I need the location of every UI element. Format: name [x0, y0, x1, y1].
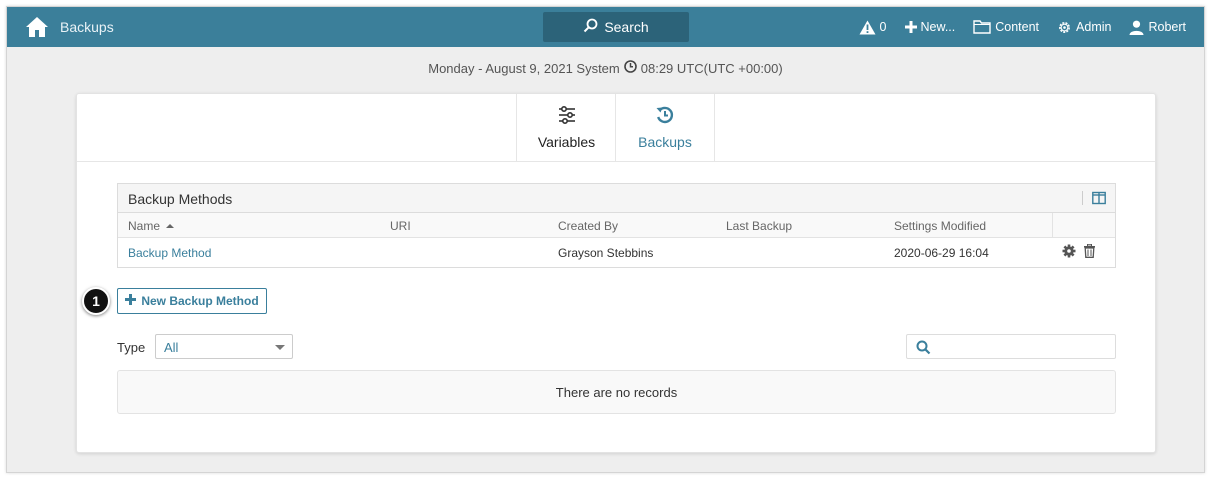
sort-asc-icon [166, 224, 175, 228]
column-header-name[interactable]: Name [128, 219, 175, 233]
history-icon [655, 105, 675, 128]
backup-methods-panel: Backup Methods Name URI Created By Last … [117, 183, 1116, 268]
divider [1052, 213, 1053, 238]
plus-icon [125, 294, 137, 308]
new-menu-button[interactable]: New... [904, 20, 956, 34]
column-header-settings-modified[interactable]: Settings Modified [894, 219, 986, 233]
content-label: Content [995, 20, 1040, 34]
column-header-label: Name [128, 219, 161, 233]
tab-variables-label: Variables [537, 134, 596, 150]
new-backup-method-button[interactable]: New Backup Method [117, 288, 267, 314]
column-header-created-by[interactable]: Created By [558, 219, 618, 233]
table-row: Backup Method Grayson Stebbins 2020-06-2… [118, 238, 1115, 267]
page-title: Backups [60, 19, 114, 35]
alerts-count: 0 [879, 20, 887, 34]
backup-method-link[interactable]: Backup Method [128, 246, 211, 260]
cell-created-by: Grayson Stebbins [558, 246, 654, 260]
gear-icon [1057, 20, 1072, 35]
navbar-right: 0 New... Content Admin Robert [859, 7, 1204, 47]
plus-icon [904, 21, 917, 33]
admin-button[interactable]: Admin [1057, 20, 1111, 35]
search-button[interactable]: Search [543, 12, 689, 42]
content-button[interactable]: Content [973, 20, 1039, 34]
empty-records-text: There are no records [555, 384, 678, 400]
datetime-time: 08:29 UTC(UTC +00:00) [640, 60, 783, 76]
new-menu-label: New... [920, 20, 956, 34]
panel-header: Backup Methods [118, 184, 1115, 213]
search-button-label: Search [604, 19, 649, 35]
divider [1082, 191, 1083, 205]
settings-gear-icon[interactable] [1062, 244, 1076, 261]
new-backup-method-label: New Backup Method [141, 294, 259, 308]
system-datetime: Monday - August 9, 2021 System 08:29 UTC… [7, 60, 1204, 76]
tab-backups[interactable]: Backups [615, 94, 715, 161]
datetime-prefix: Monday - August 9, 2021 System [428, 60, 620, 76]
main-card: Variables Backups Backup Methods Name UR… [76, 93, 1156, 453]
alerts-button[interactable]: 0 [859, 20, 887, 35]
panel-title: Backup Methods [128, 191, 233, 207]
columns-icon[interactable] [1092, 191, 1106, 205]
app-window: Backups Search 0 New... Content Admin Ro… [6, 6, 1205, 473]
table-header: Name URI Created By Last Backup Settings… [118, 213, 1115, 238]
folder-icon [973, 20, 991, 34]
user-menu-button[interactable]: Robert [1129, 20, 1186, 35]
search-icon [583, 18, 598, 36]
records-search-input[interactable] [937, 338, 1107, 356]
sliders-icon [557, 105, 577, 128]
records-search-field[interactable] [906, 334, 1116, 359]
user-name: Robert [1148, 20, 1186, 34]
trash-icon[interactable] [1083, 243, 1096, 261]
warning-icon [859, 20, 876, 35]
cell-settings-modified: 2020-06-29 16:04 [894, 246, 989, 260]
user-icon [1129, 20, 1144, 35]
admin-label: Admin [1076, 20, 1112, 34]
type-filter-value: All [164, 340, 179, 355]
column-header-uri[interactable]: URI [390, 219, 411, 233]
type-filter-select[interactable]: All [155, 334, 293, 359]
tab-backups-label: Backups [638, 134, 692, 150]
search-icon [916, 340, 931, 355]
empty-records-message: There are no records [117, 370, 1116, 414]
step-callout-badge: 1 [82, 287, 110, 315]
chevron-down-icon [275, 345, 285, 350]
row-actions [1062, 243, 1096, 261]
column-header-last-backup[interactable]: Last Backup [726, 219, 792, 233]
top-navbar: Backups Search 0 New... Content Admin Ro… [7, 7, 1204, 47]
clock-icon [623, 60, 637, 76]
tab-variables[interactable]: Variables [516, 94, 616, 161]
type-filter-label: Type [117, 340, 146, 355]
home-icon[interactable] [25, 16, 49, 38]
tab-bar: Variables Backups [77, 94, 1155, 162]
